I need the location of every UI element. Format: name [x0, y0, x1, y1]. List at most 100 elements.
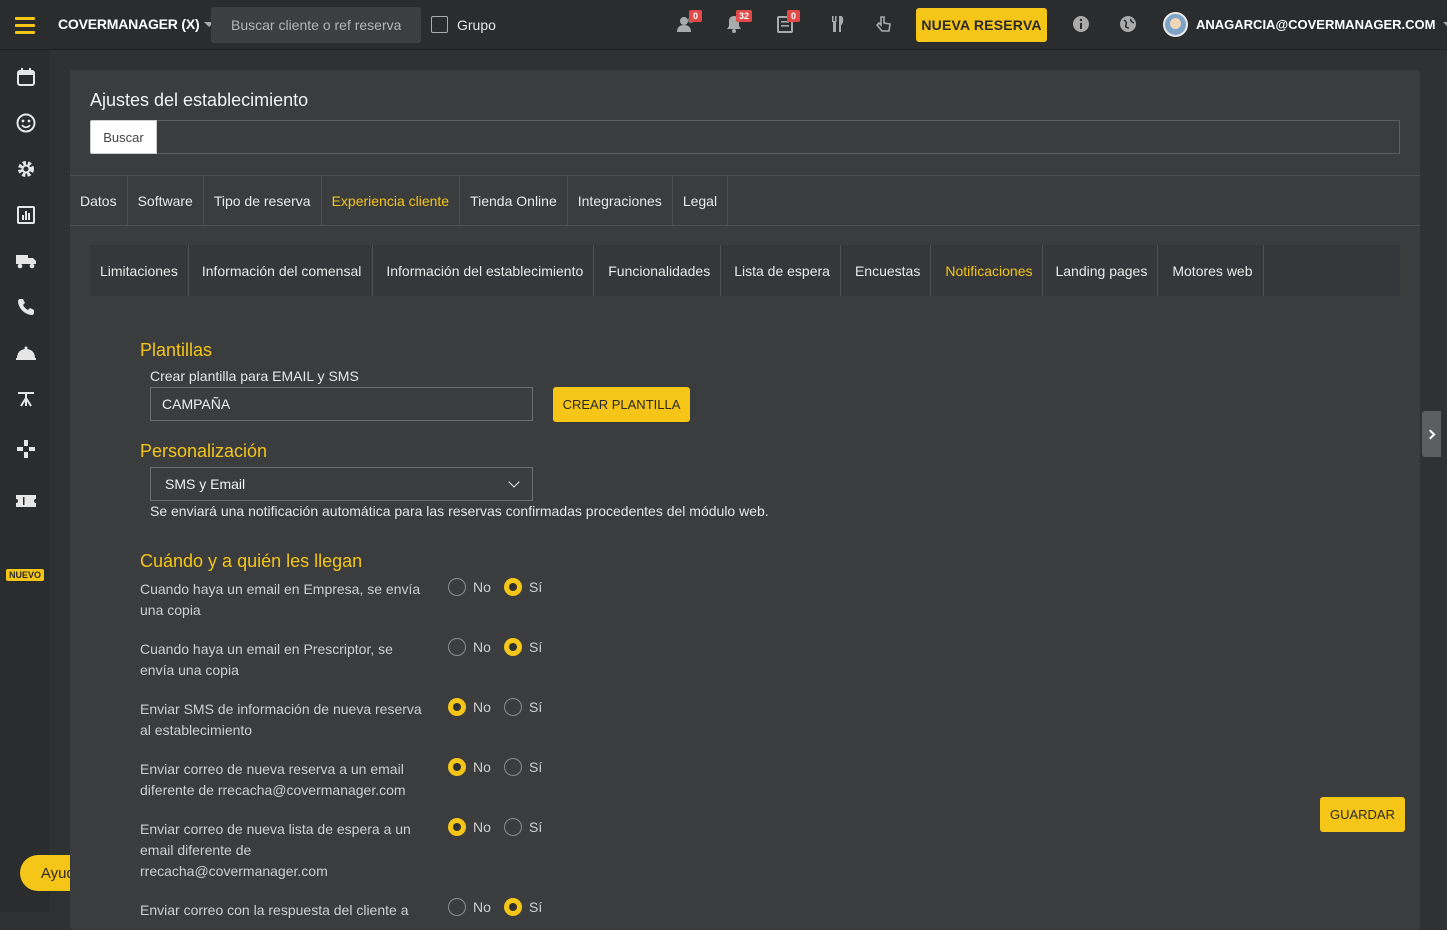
radio-circle-icon[interactable] [448, 758, 466, 776]
radio-circle-icon[interactable] [504, 638, 522, 656]
radio-group: No Sí [448, 578, 560, 596]
question-label: Enviar correo de nueva lista de espera a… [140, 821, 411, 879]
question-label: Cuando haya un email en Prescriptor, se … [140, 641, 393, 678]
radio-no-label: No [473, 899, 491, 915]
bell-icon[interactable]: 32 [723, 10, 753, 35]
new-badge: NUEVO [6, 569, 45, 581]
user-email: ANAGARCIA@COVERMANAGER.COM [1196, 17, 1436, 32]
info-icon[interactable] [1070, 13, 1092, 35]
tab-integraciones[interactable]: Integraciones [568, 176, 673, 225]
avatar [1163, 12, 1188, 37]
channel-select[interactable]: SMS y Email [150, 467, 533, 501]
phone-icon[interactable] [15, 296, 37, 318]
subtab-notificaciones[interactable]: Notificaciones [931, 245, 1044, 296]
tab-tipo-reserva[interactable]: Tipo de reserva [204, 176, 322, 225]
radio-group: No Sí [448, 818, 560, 836]
radio-circle-icon[interactable] [448, 578, 466, 596]
radio-no[interactable]: No [448, 698, 504, 716]
radio-circle-icon[interactable] [504, 818, 522, 836]
radio-si[interactable]: Sí [504, 898, 560, 916]
plantilla-name-input[interactable]: CAMPAÑA [150, 387, 533, 421]
subtab-informacion-comensal[interactable]: Información del comensal [189, 245, 374, 296]
users-icon[interactable]: 0 [676, 10, 702, 35]
radio-circle-icon[interactable] [448, 698, 466, 716]
venue-name: COVERMANAGER (X) [58, 16, 200, 32]
radio-no[interactable]: No [448, 638, 504, 656]
globe-icon[interactable] [1117, 13, 1139, 35]
ticket-icon[interactable] [15, 490, 37, 512]
grupo-checkbox[interactable]: Grupo [431, 16, 496, 33]
radio-no-label: No [473, 759, 491, 775]
users-badge: 0 [689, 10, 702, 22]
radio-circle-icon[interactable] [448, 898, 466, 916]
plantillas-label: Crear plantilla para EMAIL y SMS [150, 368, 359, 384]
radio-circle-icon[interactable] [448, 818, 466, 836]
cloche-icon[interactable] [15, 342, 37, 364]
radio-no-label: No [473, 579, 491, 595]
radio-circle-icon[interactable] [504, 758, 522, 776]
radio-no[interactable]: No [448, 818, 504, 836]
radio-si[interactable]: Sí [504, 638, 560, 656]
radio-si[interactable]: Sí [504, 818, 560, 836]
clipboard-icon[interactable]: 0 [774, 10, 800, 35]
tab-software[interactable]: Software [128, 176, 204, 225]
main-tabs: Datos Software Tipo de reserva Experienc… [70, 175, 1420, 226]
sub-tabs: Limitaciones Información del comensal In… [90, 245, 1400, 296]
radio-circle-icon[interactable] [504, 698, 522, 716]
menu-icon[interactable] [0, 0, 50, 50]
user-menu[interactable]: ANAGARCIA@COVERMANAGER.COM [1163, 12, 1447, 37]
sidebar: NUEVO [0, 50, 50, 912]
hand-pointer-icon[interactable] [872, 13, 894, 35]
calendar-icon[interactable] [15, 66, 37, 88]
client-search-input[interactable] [211, 7, 421, 43]
radio-no-label: No [473, 639, 491, 655]
radio-group: No Sí [448, 898, 560, 916]
radio-si[interactable]: Sí [504, 758, 560, 776]
chart-icon[interactable] [15, 204, 37, 226]
cuando-title: Cuándo y a quién les llegan [140, 551, 363, 571]
radio-circle-icon[interactable] [504, 578, 522, 596]
radio-circle-icon[interactable] [504, 898, 522, 916]
create-template-button[interactable]: CREAR PLANTILLA [553, 387, 690, 422]
radio-no-label: No [473, 819, 491, 835]
save-button[interactable]: GUARDAR [1320, 797, 1405, 832]
new-reservation-button[interactable]: NUEVA RESERVA [916, 8, 1047, 42]
settings-card: Ajustes del establecimiento Buscar Datos… [70, 70, 1420, 930]
personalizacion-title: Personalización [140, 441, 268, 461]
truck-icon[interactable] [15, 250, 37, 272]
subtab-motores-web[interactable]: Motores web [1158, 245, 1264, 296]
question-label: Enviar correo con la respuesta del clien… [140, 902, 409, 918]
subtab-limitaciones[interactable]: Limitaciones [90, 245, 189, 296]
radio-group: No Sí [448, 698, 560, 716]
radio-si-label: Sí [529, 579, 543, 595]
gear-icon[interactable] [15, 158, 37, 180]
venue-selector[interactable]: COVERMANAGER (X) [58, 16, 215, 32]
radio-si[interactable]: Sí [504, 578, 560, 596]
table-icon[interactable] [15, 388, 37, 410]
gamepad-icon[interactable] [15, 438, 37, 460]
subtab-landing-pages[interactable]: Landing pages [1043, 245, 1159, 296]
radio-no[interactable]: No [448, 758, 504, 776]
radio-no[interactable]: No [448, 898, 504, 916]
radio-si-label: Sí [529, 819, 543, 835]
question-label: Enviar correo de nueva reserva a un emai… [140, 761, 406, 798]
tab-legal[interactable]: Legal [673, 176, 729, 225]
subtab-funcionalidades[interactable]: Funcionalidades [594, 245, 722, 296]
tab-datos[interactable]: Datos [70, 176, 128, 225]
checkbox-icon[interactable] [431, 16, 448, 33]
expand-panel-handle[interactable] [1422, 411, 1441, 457]
cutlery-icon[interactable] [827, 13, 849, 35]
subtab-informacion-establecimiento[interactable]: Información del establecimiento [373, 245, 595, 296]
subtab-encuestas[interactable]: Encuestas [841, 245, 932, 296]
search-button[interactable]: Buscar [90, 120, 157, 154]
radio-no[interactable]: No [448, 578, 504, 596]
radio-circle-icon[interactable] [448, 638, 466, 656]
tab-tienda-online[interactable]: Tienda Online [460, 176, 568, 225]
radio-si[interactable]: Sí [504, 698, 560, 716]
settings-search-input[interactable] [157, 120, 1400, 154]
tab-experiencia-cliente[interactable]: Experiencia cliente [322, 176, 461, 225]
page-title: Ajustes del establecimiento [90, 90, 309, 110]
chevron-down-icon [508, 476, 520, 488]
smiley-icon[interactable] [15, 112, 37, 134]
subtab-lista-espera[interactable]: Lista de espera [721, 245, 841, 296]
